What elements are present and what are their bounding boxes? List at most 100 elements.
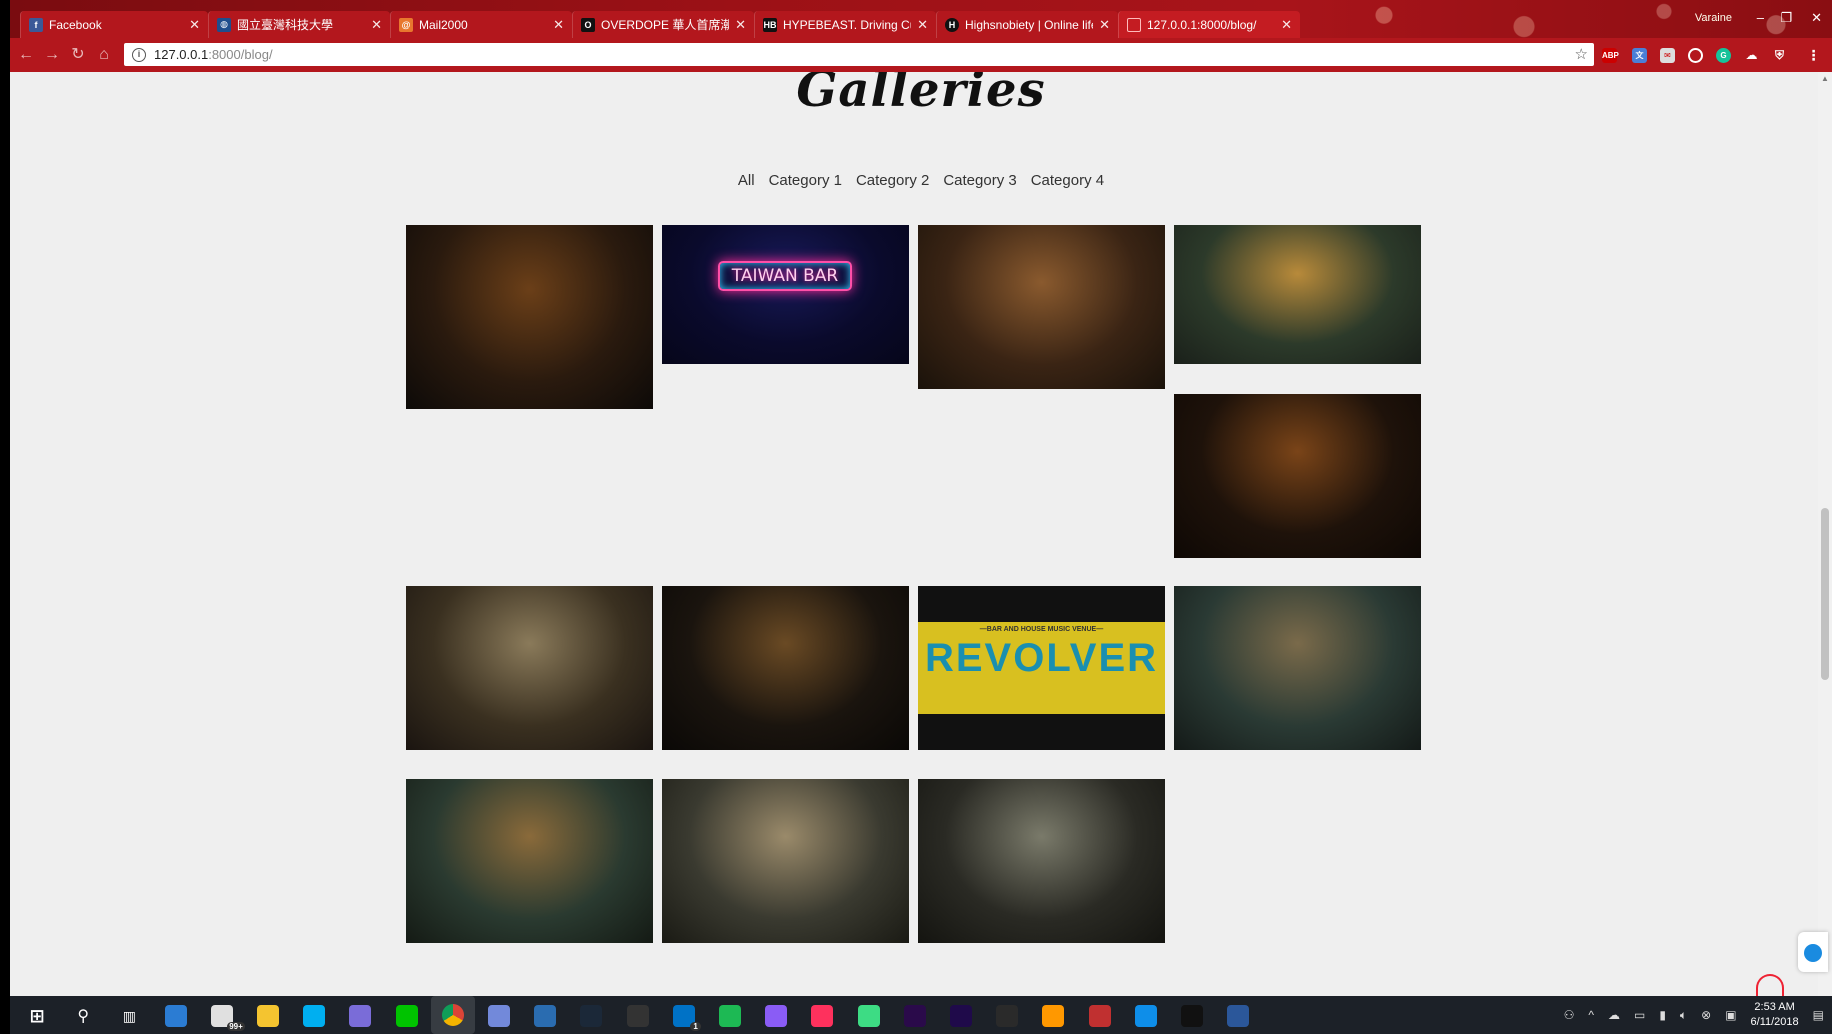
tab-hypebeast[interactable]: HB HYPEBEAST. Driving Cult ✕ (754, 11, 936, 38)
mail-badge-icon[interactable]: 99+ (210, 1005, 245, 1031)
close-icon[interactable]: ✕ (1099, 17, 1110, 33)
cloud-extension-icon[interactable]: ☁ (1744, 48, 1759, 63)
status-x-icon[interactable]: ⊗ (1701, 1008, 1711, 1022)
network-icon[interactable]: ▭ (1634, 1008, 1645, 1022)
file-explorer-icon[interactable] (257, 1005, 279, 1027)
clock-date: 6/11/2018 (1750, 1016, 1799, 1028)
close-icon[interactable]: ✕ (735, 17, 746, 33)
cortana-icon[interactable] (349, 1005, 372, 1027)
skype-icon[interactable] (303, 1005, 326, 1027)
filter-category-1[interactable]: Category 1 (769, 172, 842, 189)
volume-icon[interactable]: 🔈︎ (1680, 1008, 1687, 1023)
close-icon[interactable]: ✕ (371, 17, 382, 33)
messenger-icon[interactable] (765, 1005, 788, 1027)
photo-dark-bar-counter[interactable] (662, 586, 909, 750)
filter-all[interactable]: All (738, 172, 755, 189)
onedrive-icon[interactable]: ☁ (1608, 1008, 1620, 1022)
word-icon[interactable] (1227, 1005, 1250, 1027)
home-icon[interactable]: ⌂ (94, 45, 114, 65)
speed-dial-icon[interactable] (1688, 48, 1703, 63)
blog-page: Galleries All Category 1 Category 2 Cate… (10, 72, 1832, 996)
discord-icon[interactable] (488, 1005, 510, 1027)
tab-title: 127.0.0.1:8000/blog/ (1147, 17, 1257, 32)
gmail-checker-icon[interactable]: ✉ (1660, 48, 1675, 63)
page-scrollbar[interactable]: ▲ (1818, 72, 1832, 996)
scroll-to-top-button[interactable] (1756, 974, 1784, 996)
tray-expand-icon[interactable]: ^ (1588, 1008, 1594, 1022)
steam-icon[interactable] (580, 1005, 603, 1027)
info-icon[interactable]: i (132, 47, 146, 62)
scroll-up-icon[interactable]: ▲ (1821, 74, 1829, 83)
photo-taiwan-bar-neon-sign[interactable]: TAIWAN BAR (662, 225, 909, 364)
search-icon[interactable]: ⚲ (72, 1005, 94, 1027)
restore-icon[interactable]: ❐ (1780, 10, 1792, 26)
store-icon[interactable] (164, 1005, 187, 1027)
chrome-icon[interactable] (430, 996, 475, 1034)
photo-bar-interior-crowd[interactable] (406, 225, 653, 409)
overdope-icon: O (581, 17, 595, 32)
close-icon[interactable]: ✕ (1281, 17, 1292, 33)
tab-mail2000[interactable]: @ Mail2000 ✕ (390, 11, 572, 38)
tab-local-blog[interactable]: 127.0.0.1:8000/blog/ ✕ (1118, 11, 1300, 38)
neon-sign-text: TAIWAN BAR (718, 261, 852, 291)
tab-ntust[interactable]: ◍ 國立臺灣科技大學 ✕ (208, 11, 390, 38)
tab-highsnobiety[interactable]: H Highsnobiety | Online life ✕ (936, 11, 1118, 38)
flag-app-icon[interactable] (1088, 1005, 1111, 1027)
epic-games-icon[interactable] (626, 1005, 649, 1027)
terminal-icon[interactable] (1181, 1005, 1203, 1027)
grammarly-icon[interactable]: G (1716, 48, 1731, 63)
premiere-icon[interactable] (903, 1005, 926, 1027)
menu-dots-icon[interactable]: ⋮ (1806, 48, 1821, 63)
nox-icon[interactable] (996, 1005, 1019, 1027)
teamviewer-float-widget[interactable] (1798, 932, 1828, 972)
task-view-icon[interactable]: ▥ (118, 1005, 140, 1027)
photo-beer-glass-tap[interactable] (1174, 225, 1421, 364)
reload-icon[interactable]: ↻ (68, 45, 88, 65)
system-tray: ⚇ ^ ☁ ▭ ▮ 🔈︎ ⊗ ▣ 2:53 AM 6/11/2018 ▤ (1564, 996, 1824, 1034)
photo-bar-patrons-green[interactable] (1174, 586, 1421, 750)
photo-bar-people-back[interactable] (406, 779, 653, 943)
window-close-icon[interactable]: ✕ (1811, 10, 1822, 26)
adblock-icon[interactable]: ABP (1602, 48, 1619, 63)
shield-extension-icon[interactable]: ⛨ (1772, 48, 1787, 63)
android-studio-icon[interactable] (857, 1005, 880, 1027)
close-icon[interactable]: ✕ (553, 17, 564, 33)
battery-icon[interactable]: ▮ (1659, 1008, 1666, 1022)
clock[interactable]: 2:53 AM 6/11/2018 (1751, 1000, 1799, 1030)
tab-title: Mail2000 (419, 17, 468, 32)
line-icon[interactable] (395, 1005, 418, 1027)
photo-friends-adidas-shirt[interactable] (918, 779, 1165, 943)
windows-start-icon[interactable]: ⊞ (26, 1005, 48, 1027)
tab-overdope[interactable]: O OVERDOPE 華人首席潮上 ✕ (572, 11, 754, 38)
windows-taskbar: ⊞ ⚲ ▥ 99+ 1 ⚇ ^ ☁ ▭ ▮ 🔈︎ ⊗ ▣ 2:53 AM 6/11/20… (10, 996, 1832, 1034)
people-icon[interactable]: ⚇ (1564, 1008, 1575, 1022)
photo-bartender-pouring-beer[interactable] (918, 225, 1165, 389)
photo-revolver-sign[interactable]: —BAR AND HOUSE MUSIC VENUE— REVOLVER (918, 586, 1165, 750)
photo-two-friends-smiling[interactable] (406, 586, 653, 750)
scrollbar-thumb[interactable] (1821, 508, 1829, 680)
photo-three-pints-beer[interactable] (1174, 394, 1421, 558)
filter-category-3[interactable]: Category 3 (943, 172, 1016, 189)
teamviewer-icon (1804, 944, 1822, 962)
sublime-icon[interactable] (1042, 1005, 1065, 1027)
photo-man-cap-thinking[interactable] (662, 779, 909, 943)
after-effects-icon[interactable] (950, 1005, 972, 1027)
action-center-small-icon[interactable]: ▣ (1725, 1008, 1736, 1022)
forward-icon[interactable]: → (42, 45, 62, 65)
spotify-icon[interactable] (719, 1005, 741, 1027)
visual-studio-icon[interactable] (534, 1005, 557, 1027)
back-icon[interactable]: ← (16, 45, 36, 65)
translate-icon[interactable]: 文 (1632, 48, 1647, 63)
close-icon[interactable]: ✕ (917, 17, 928, 33)
tab-facebook[interactable]: f Facebook ✕ (20, 11, 208, 38)
minimize-icon[interactable]: – (1757, 10, 1764, 25)
address-bar[interactable]: i 127.0.0.1:8000/blog/ ☆ (124, 43, 1594, 66)
filter-category-2[interactable]: Category 2 (856, 172, 929, 189)
teamviewer-icon[interactable] (1134, 1005, 1157, 1027)
filter-category-4[interactable]: Category 4 (1031, 172, 1104, 189)
outlook-icon[interactable]: 1 (672, 1005, 701, 1031)
intellij-icon[interactable] (811, 1005, 834, 1027)
bookmark-star-icon[interactable]: ☆ (1575, 45, 1588, 63)
notifications-icon[interactable]: ▤ (1813, 1008, 1824, 1022)
close-icon[interactable]: ✕ (189, 17, 200, 33)
